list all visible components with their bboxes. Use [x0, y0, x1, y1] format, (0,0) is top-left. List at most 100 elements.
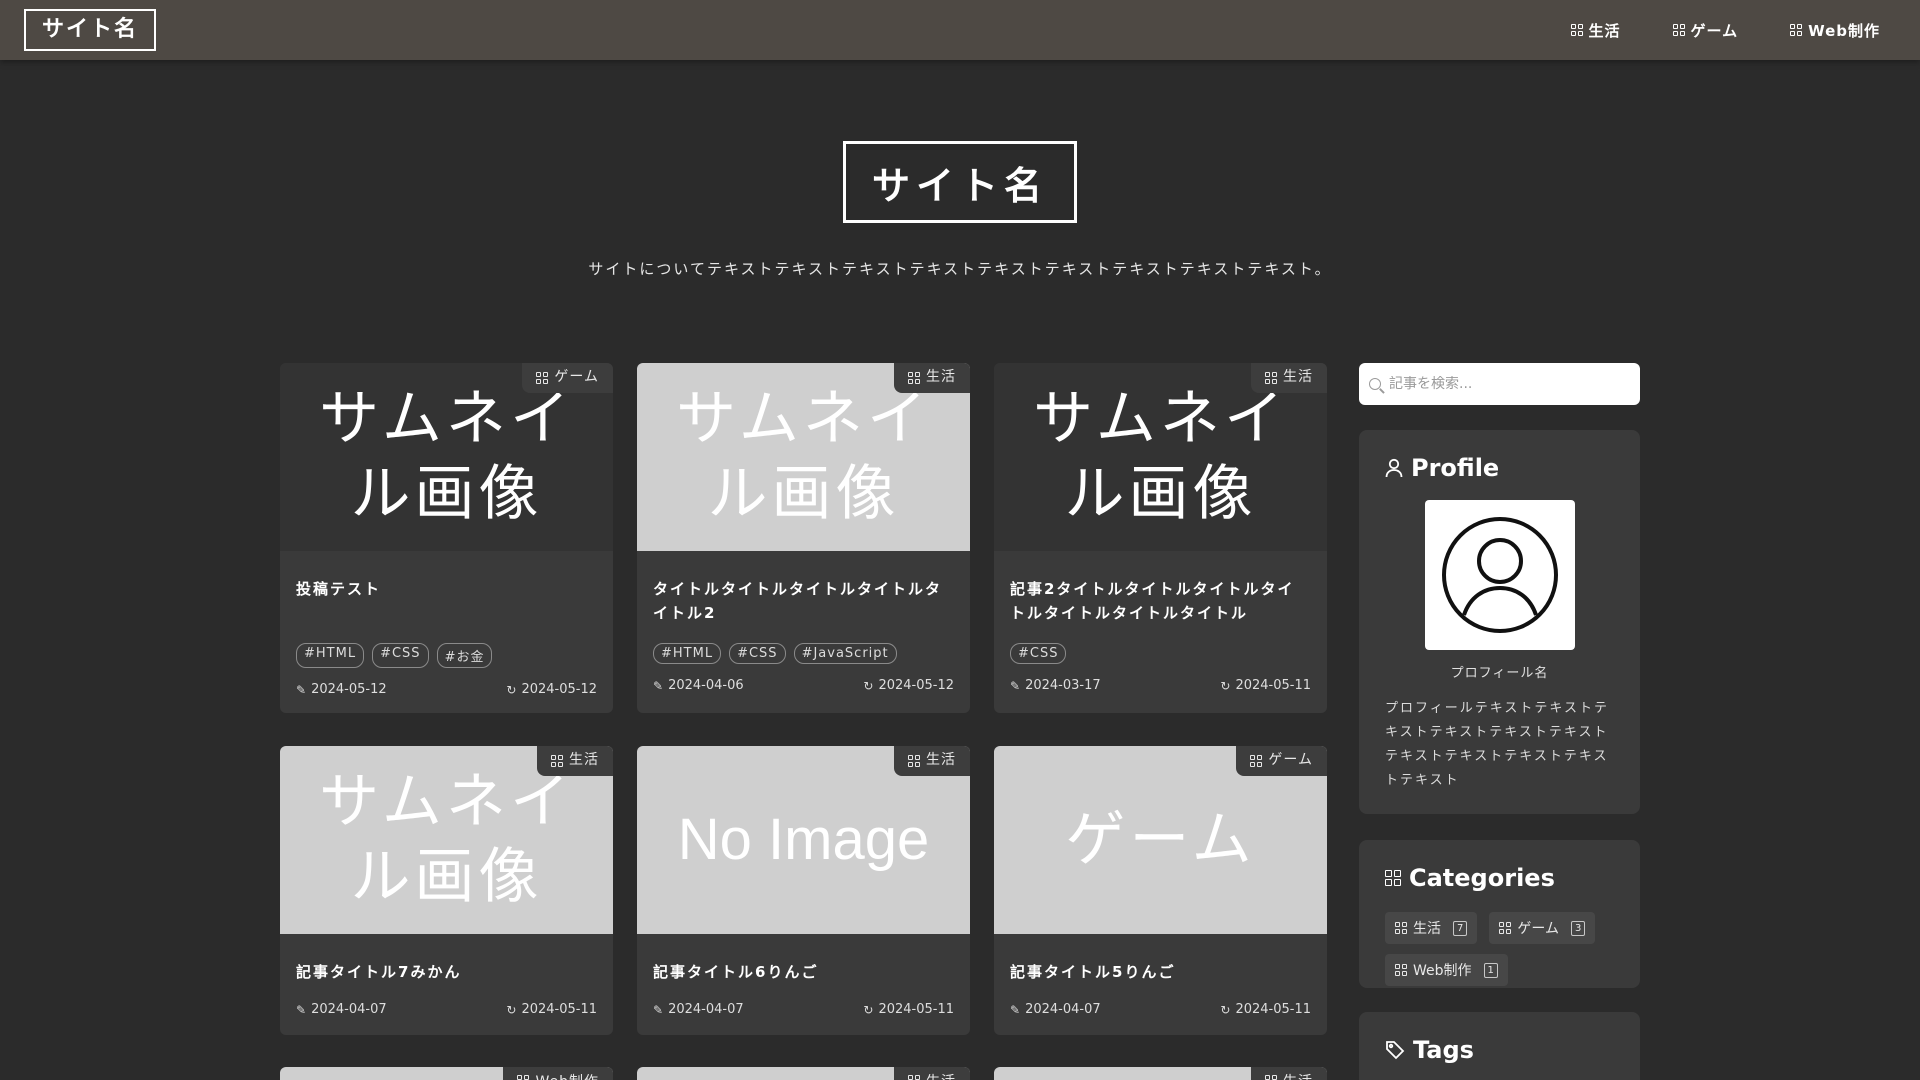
created-date-text: 2024-04-07 [311, 1002, 387, 1017]
refresh-icon: ↻ [1220, 1002, 1231, 1017]
nav-item-life[interactable]: 生活 [1570, 20, 1621, 41]
tag[interactable]: #CSS [729, 643, 786, 664]
category-label: 生活 [569, 752, 599, 768]
updated-date: ↻ 2024-05-11 [863, 1002, 954, 1017]
tag[interactable]: #JavaScript [793, 643, 897, 664]
category-label: 生活 [926, 369, 956, 385]
article-card[interactable]: ゲーム ゲーム 記事タイトル5りんご ✎ 2024-04-07 ↻ 2024-05-… [994, 746, 1327, 1035]
profile-title: Profile [1385, 454, 1614, 482]
site-description: サイトについてテキストテキストテキストテキストテキストテキストテキストテキストテ… [588, 260, 1332, 278]
profile-text: プロフィールテキストテキストテキストテキストテキストテキストテキストテキストテキ… [1385, 701, 1609, 788]
pencil-icon: ✎ [653, 1002, 664, 1017]
tag[interactable]: #CSS [372, 643, 429, 668]
category-badge[interactable]: 生活 [894, 1067, 970, 1080]
nav-label: 生活 [1588, 21, 1621, 40]
tag[interactable]: #CSS [1010, 643, 1067, 664]
article-card-partial[interactable]: 生活 [637, 1067, 970, 1080]
grid-icon [1265, 1075, 1277, 1080]
updated-date-text: 2024-05-11 [1235, 1002, 1311, 1017]
thumbnail[interactable]: サムネイル画像 生活 [280, 746, 613, 934]
category-chip-life[interactable]: 生活 7 [1385, 912, 1478, 944]
category-label: 生活 [1283, 1071, 1313, 1080]
search-box[interactable] [1359, 363, 1640, 405]
updated-date-text: 2024-05-11 [521, 1002, 597, 1017]
thumbnail-text: ゲーム [1065, 804, 1256, 875]
updated-date-text: 2024-05-12 [878, 678, 954, 693]
category-label: 生活 [926, 1071, 956, 1080]
grid-icon [908, 1075, 920, 1080]
category-label: 生活 [926, 752, 956, 768]
dates: ✎ 2024-04-07 ↻ 2024-05-11 [1010, 1002, 1311, 1017]
tags-title: Tags [1385, 1036, 1614, 1064]
thumbnail-text: サムネイル画像 [319, 384, 574, 529]
category-label: ゲーム [1268, 752, 1313, 768]
categories-title-text: Categories [1409, 864, 1555, 892]
article-title[interactable]: 記事タイトル6りんご [653, 960, 954, 984]
pencil-icon: ✎ [296, 1002, 307, 1017]
dates: ✎ 2024-04-07 ↻ 2024-05-11 [296, 1002, 597, 1017]
refresh-icon: ↻ [863, 1002, 874, 1017]
article-card-partial[interactable]: Web制作 [280, 1067, 613, 1080]
created-date: ✎ 2024-04-07 [1010, 1002, 1101, 1017]
tag-list: #HTML #CSS #お金 [296, 643, 597, 668]
category-badge[interactable]: Web制作 [503, 1067, 613, 1080]
thumbnail-text: No Image [677, 806, 930, 872]
thumbnail[interactable]: サムネイル画像 生活 [994, 363, 1327, 551]
user-avatar-icon [1441, 517, 1558, 633]
category-badge[interactable]: 生活 [1251, 1067, 1327, 1080]
tag[interactable]: #HTML [296, 643, 365, 668]
nav-label: Web制作 [1808, 21, 1880, 40]
category-badge[interactable]: 生活 [1251, 363, 1327, 393]
thumbnail[interactable]: サムネイル画像 ゲーム [280, 363, 613, 551]
article-card-partial[interactable]: 生活 [994, 1067, 1327, 1080]
grid-icon [1790, 24, 1803, 36]
nav-item-game[interactable]: ゲーム [1672, 20, 1739, 41]
article-card[interactable]: サムネイル画像 生活 記事2タイトルタイトルタイトルタイトルタイトルタイトルタイ… [994, 363, 1327, 713]
main-nav: 生活 ゲーム Web制作 [1570, 20, 1881, 41]
category-list: 生活 7 ゲーム 3 Web制作 1 [1385, 912, 1614, 986]
article-title[interactable]: 記事タイトル5りんご [1010, 960, 1311, 984]
article-card[interactable]: サムネイル画像 生活 タイトルタイトルタイトルタイトルタイトル2 #HTML #… [637, 363, 970, 713]
thumbnail[interactable]: ゲーム ゲーム [994, 746, 1327, 934]
article-title[interactable]: 投稿テスト [296, 577, 597, 625]
article-card[interactable]: No Image 生活 記事タイトル6りんご ✎ 2024-04-07 ↻ 2024… [637, 746, 970, 1035]
grid-icon [1385, 870, 1401, 886]
thumbnail-text: サムネイル画像 [676, 384, 931, 529]
grid-icon [551, 754, 563, 767]
category-chip-game[interactable]: ゲーム 3 [1489, 912, 1596, 944]
dates: ✎ 2024-03-17 ↻ 2024-05-11 [1010, 678, 1311, 693]
grid-icon [1395, 964, 1407, 976]
category-badge[interactable]: ゲーム [1236, 746, 1327, 776]
tag[interactable]: #お金 [436, 643, 493, 668]
category-badge[interactable]: 生活 [894, 746, 970, 776]
thumbnail[interactable]: No Image 生活 [637, 746, 970, 934]
article-title[interactable]: タイトルタイトルタイトルタイトルタイトル2 [653, 577, 954, 625]
nav-item-web[interactable]: Web制作 [1790, 20, 1880, 41]
refresh-icon: ↻ [506, 1002, 517, 1017]
site-logo[interactable]: サイト名 [24, 9, 157, 51]
grid-icon [1672, 24, 1685, 36]
article-card[interactable]: サムネイル画像 生活 記事タイトル7みかん ✎ 2024-04-07 ↻ 2024-… [280, 746, 613, 1035]
refresh-icon: ↻ [863, 678, 874, 693]
article-title[interactable]: 記事タイトル7みかん [296, 960, 597, 984]
hero-site-logo[interactable]: サイト名 [843, 141, 1077, 223]
category-badge[interactable]: 生活 [537, 746, 613, 776]
article-title[interactable]: 記事2タイトルタイトルタイトルタイトルタイトルタイトルタイトル [1010, 577, 1311, 625]
category-badge[interactable]: ゲーム [522, 363, 613, 393]
search-input[interactable] [1389, 376, 1629, 392]
created-date-text: 2024-04-07 [1025, 1002, 1101, 1017]
article-card[interactable]: サムネイル画像 ゲーム 投稿テスト #HTML #CSS #お金 ✎ 2024-0… [280, 363, 613, 713]
categories-title: Categories [1385, 864, 1614, 892]
created-date-text: 2024-05-12 [311, 682, 387, 697]
nav-label: ゲーム [1690, 21, 1739, 40]
category-badge[interactable]: 生活 [894, 363, 970, 393]
tag[interactable]: #HTML [653, 643, 722, 664]
grid-icon [908, 754, 920, 767]
category-chip-web[interactable]: Web制作 1 [1385, 954, 1508, 986]
thumbnail[interactable]: サムネイル画像 生活 [637, 363, 970, 551]
tags-panel: Tags [1359, 1012, 1640, 1080]
tags-title-text: Tags [1413, 1036, 1474, 1064]
search-icon [1369, 378, 1381, 390]
updated-date: ↻ 2024-05-11 [1220, 678, 1311, 693]
pencil-icon: ✎ [1010, 1002, 1021, 1017]
